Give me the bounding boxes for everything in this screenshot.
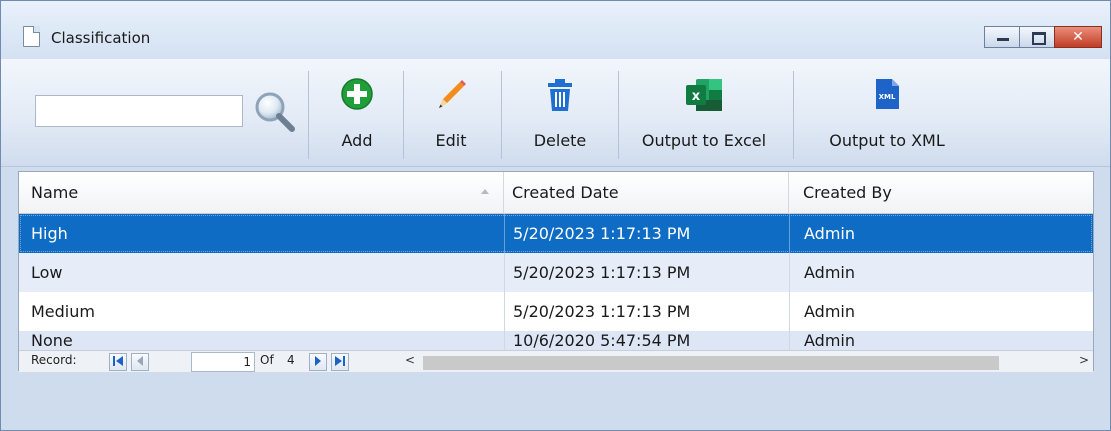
toolbar-separator xyxy=(618,71,619,159)
first-record-button[interactable] xyxy=(109,353,127,371)
last-record-button[interactable] xyxy=(331,353,349,371)
cell-name: Medium xyxy=(31,302,95,321)
trash-icon xyxy=(548,79,572,111)
table-row[interactable]: High 5/20/2023 1:17:13 PM Admin xyxy=(19,214,1093,253)
cell-created-by: Admin xyxy=(789,292,1093,331)
column-header-created-by[interactable]: Created By xyxy=(789,172,1093,214)
scroll-right-button[interactable]: > xyxy=(1079,353,1089,367)
toolbar-separator xyxy=(501,71,502,159)
maximize-button[interactable] xyxy=(1019,26,1055,48)
document-icon xyxy=(23,26,40,47)
delete-button-label: Delete xyxy=(533,131,587,150)
excel-icon: x xyxy=(686,79,722,111)
cell-created-date: 5/20/2023 1:17:13 PM xyxy=(504,253,789,292)
column-header-created-by-label: Created By xyxy=(803,183,892,202)
cell-created-by: Admin xyxy=(789,331,1093,350)
grid-header: Name Created Date Created By xyxy=(19,172,1093,214)
classification-grid: Name Created Date Created By High 5/20/2… xyxy=(18,171,1094,372)
cell-created-by: Admin xyxy=(789,214,1093,253)
output-to-excel-button[interactable]: x Output to Excel xyxy=(623,71,785,161)
column-header-name-label: Name xyxy=(31,183,79,202)
scroll-left-button[interactable]: < xyxy=(405,353,415,367)
add-button[interactable]: Add xyxy=(321,71,393,161)
next-record-button[interactable] xyxy=(309,353,327,371)
toolbar-separator xyxy=(308,71,309,159)
current-record-input[interactable]: 1 xyxy=(191,352,255,372)
previous-record-icon xyxy=(137,356,143,366)
add-plus-icon xyxy=(341,78,373,110)
minimize-button[interactable] xyxy=(984,26,1020,48)
svg-text:XML: XML xyxy=(879,93,896,101)
horizontal-scrollbar[interactable] xyxy=(423,356,999,370)
toolbar-separator xyxy=(403,71,404,159)
last-record-icon xyxy=(335,356,345,366)
svg-text:x: x xyxy=(692,89,701,104)
window-title: Classification xyxy=(51,29,151,47)
column-header-created-date-label: Created Date xyxy=(512,183,619,202)
toolbar-separator xyxy=(793,71,794,159)
toolbar: Add Edit Delete x Output to Excel XML Ou… xyxy=(1,59,1110,167)
cell-created-date: 10/6/2020 5:47:54 PM xyxy=(504,331,789,350)
first-record-icon xyxy=(113,356,123,366)
xml-file-icon: XML xyxy=(876,79,899,109)
search-input[interactable] xyxy=(35,95,243,127)
search-icon[interactable] xyxy=(251,88,299,136)
cell-name: High xyxy=(31,224,68,243)
output-to-excel-label: Output to Excel xyxy=(641,131,767,150)
sort-ascending-icon xyxy=(481,189,489,194)
cell-created-date: 5/20/2023 1:17:13 PM xyxy=(504,292,789,331)
cell-name: Low xyxy=(31,263,63,282)
edit-button-label: Edit xyxy=(435,131,467,150)
window-controls: ✕ xyxy=(984,26,1102,48)
delete-button[interactable]: Delete xyxy=(513,71,607,161)
total-records: 4 xyxy=(287,353,295,367)
previous-record-button[interactable] xyxy=(131,353,149,371)
table-row[interactable]: None 10/6/2020 5:47:54 PM Admin xyxy=(19,331,1093,350)
table-row[interactable]: Low 5/20/2023 1:17:13 PM Admin xyxy=(19,253,1093,292)
next-record-icon xyxy=(315,356,321,366)
title-bar: Classification ✕ xyxy=(1,1,1110,59)
output-to-xml-button[interactable]: XML Output to XML xyxy=(801,71,973,161)
edit-button[interactable]: Edit xyxy=(411,71,491,161)
cell-created-date: 5/20/2023 1:17:13 PM xyxy=(504,214,789,253)
column-header-created-date[interactable]: Created Date xyxy=(504,172,789,214)
add-button-label: Add xyxy=(341,131,373,150)
classification-window: Classification ✕ Add Edit Delete x Outpu… xyxy=(0,0,1111,431)
output-to-xml-label: Output to XML xyxy=(829,131,945,150)
table-row[interactable]: Medium 5/20/2023 1:17:13 PM Admin xyxy=(19,292,1093,331)
record-label: Record: xyxy=(31,353,77,367)
of-label: Of xyxy=(260,353,274,367)
close-button[interactable]: ✕ xyxy=(1054,26,1102,48)
cell-name: None xyxy=(31,331,73,350)
pencil-icon xyxy=(439,80,466,108)
cell-created-by: Admin xyxy=(789,253,1093,292)
record-navigator: Record: 1 Of 4 < > xyxy=(19,350,1093,372)
column-header-name[interactable]: Name xyxy=(19,172,504,214)
